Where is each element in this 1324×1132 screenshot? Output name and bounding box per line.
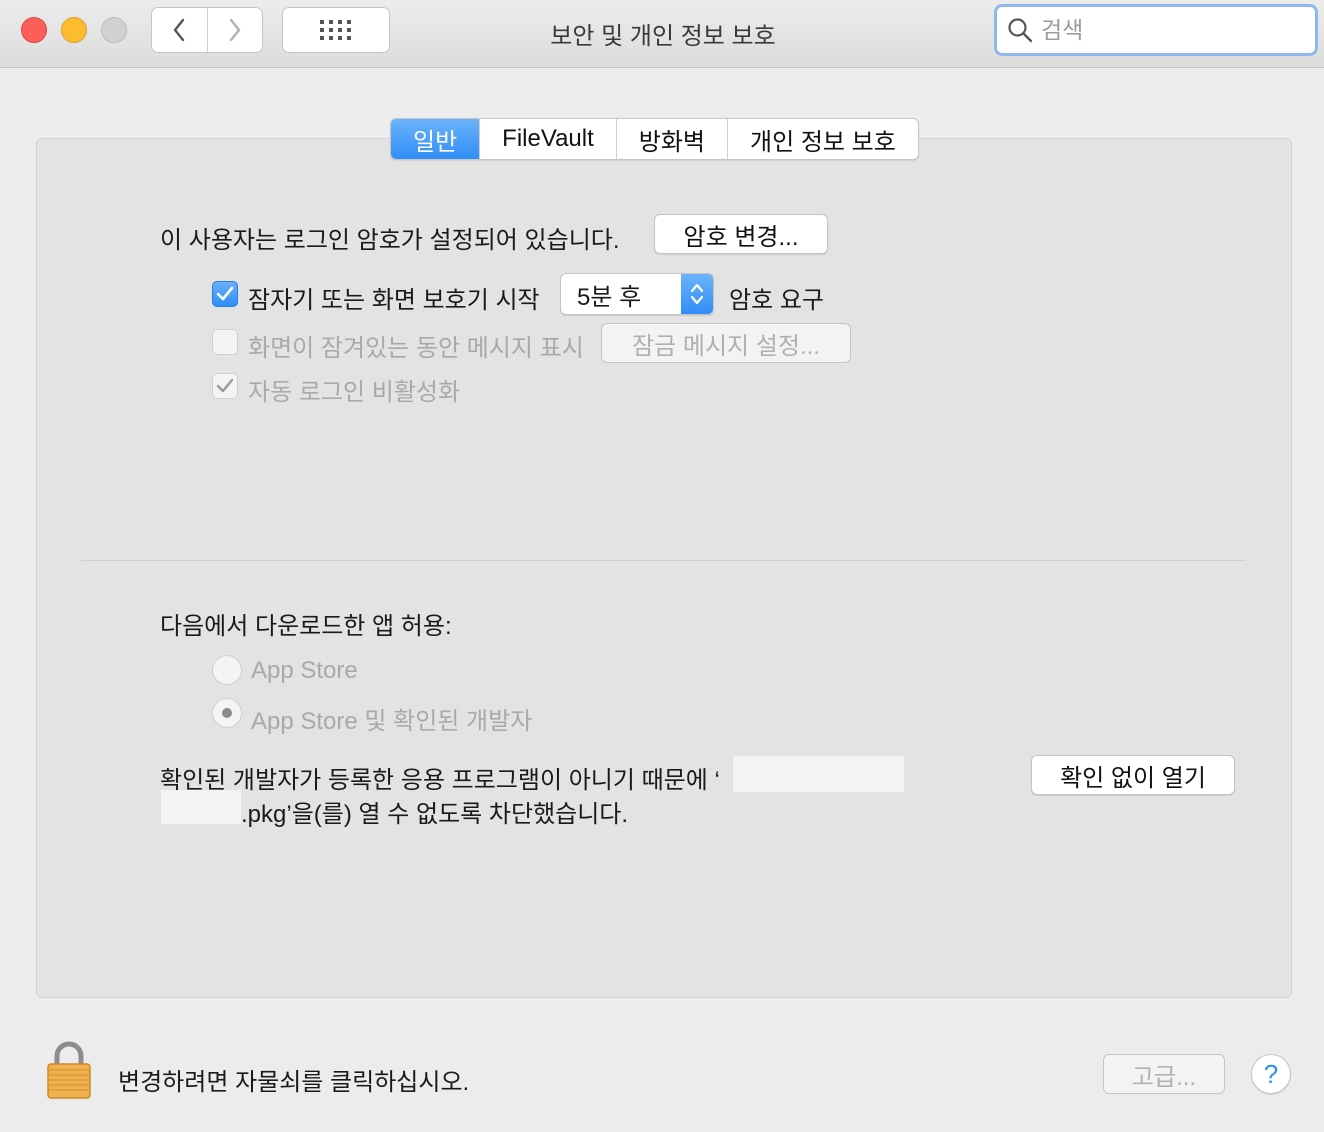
require-password-suffix: 암호 요구 (729, 287, 824, 314)
grid-icon (320, 20, 351, 40)
show-message-label: 화면이 잠겨있는 동안 메시지 표시 (248, 335, 584, 362)
change-password-button[interactable]: 암호 변경... (654, 214, 828, 254)
advanced-button[interactable]: 고급... (1103, 1054, 1225, 1094)
back-button[interactable] (152, 8, 207, 52)
tab-firewall[interactable]: 방화벽 (615, 119, 727, 159)
checkmark-icon (216, 378, 234, 393)
set-lock-message-button[interactable]: 잠금 메시지 설정... (601, 323, 851, 363)
tab-general[interactable]: 일반 (391, 119, 480, 159)
tab-privacy[interactable]: 개인 정보 보호 (727, 119, 918, 159)
radio-app-store[interactable] (212, 655, 242, 685)
password-delay-select[interactable]: 5분 후 (560, 273, 714, 315)
tab-bar: 일반 FileVault 방화벽 개인 정보 보호 (390, 118, 919, 160)
password-set-label: 이 사용자는 로그인 암호가 설정되어 있습니다. (160, 227, 620, 254)
redacted-filename-continued (161, 790, 241, 824)
checkmark-icon (216, 286, 234, 301)
show-message-checkbox[interactable] (212, 329, 238, 355)
stepper-arrows-icon (681, 274, 713, 314)
minimize-window-button[interactable] (61, 17, 87, 43)
redacted-filename (733, 756, 904, 792)
radio-app-store-identified-label: App Store 및 확인된 개발자 (251, 708, 533, 735)
forward-button[interactable] (206, 8, 263, 52)
search-input[interactable] (1041, 16, 1301, 44)
search-icon (1008, 18, 1033, 43)
open-anyway-button[interactable]: 확인 없이 열기 (1031, 755, 1235, 795)
close-window-button[interactable] (21, 17, 47, 43)
section-divider (81, 560, 1246, 561)
blocked-message-line1: 확인된 개발자가 등록한 응용 프로그램이 아니기 때문에 ‘ (160, 767, 720, 794)
radio-app-store-label: App Store (251, 657, 358, 684)
radio-app-store-identified[interactable] (212, 698, 242, 728)
chevron-right-icon (229, 18, 240, 42)
search-field[interactable] (994, 4, 1318, 56)
lock-instruction-label: 변경하려면 자물쇠를 클릭하십시오. (118, 1069, 470, 1096)
title-bar: 보안 및 개인 정보 보호 (0, 0, 1324, 68)
radio-selected-dot (222, 708, 232, 718)
blocked-message-line2: .pkg’을(를) 열 수 없도록 차단했습니다. (241, 801, 629, 828)
tab-filevault[interactable]: FileVault (479, 119, 616, 159)
require-password-label: 잠자기 또는 화면 보호기 시작 (248, 287, 540, 314)
password-delay-value: 5분 후 (577, 283, 642, 311)
disable-auto-login-label: 자동 로그인 비활성화 (248, 379, 461, 406)
lock-button[interactable] (44, 1040, 94, 1100)
disable-auto-login-checkbox[interactable] (212, 373, 238, 399)
window-title: 보안 및 개인 정보 보호 (550, 23, 776, 50)
require-password-checkbox[interactable] (212, 281, 238, 307)
allow-apps-heading: 다음에서 다운로드한 앱 허용: (160, 613, 452, 640)
show-all-button[interactable] (282, 7, 390, 53)
chevron-left-icon (174, 18, 185, 42)
zoom-window-button[interactable] (101, 17, 127, 43)
content-panel (36, 138, 1292, 998)
help-button[interactable]: ? (1251, 1054, 1291, 1094)
lock-icon (47, 1041, 91, 1099)
back-forward-control (151, 7, 263, 53)
